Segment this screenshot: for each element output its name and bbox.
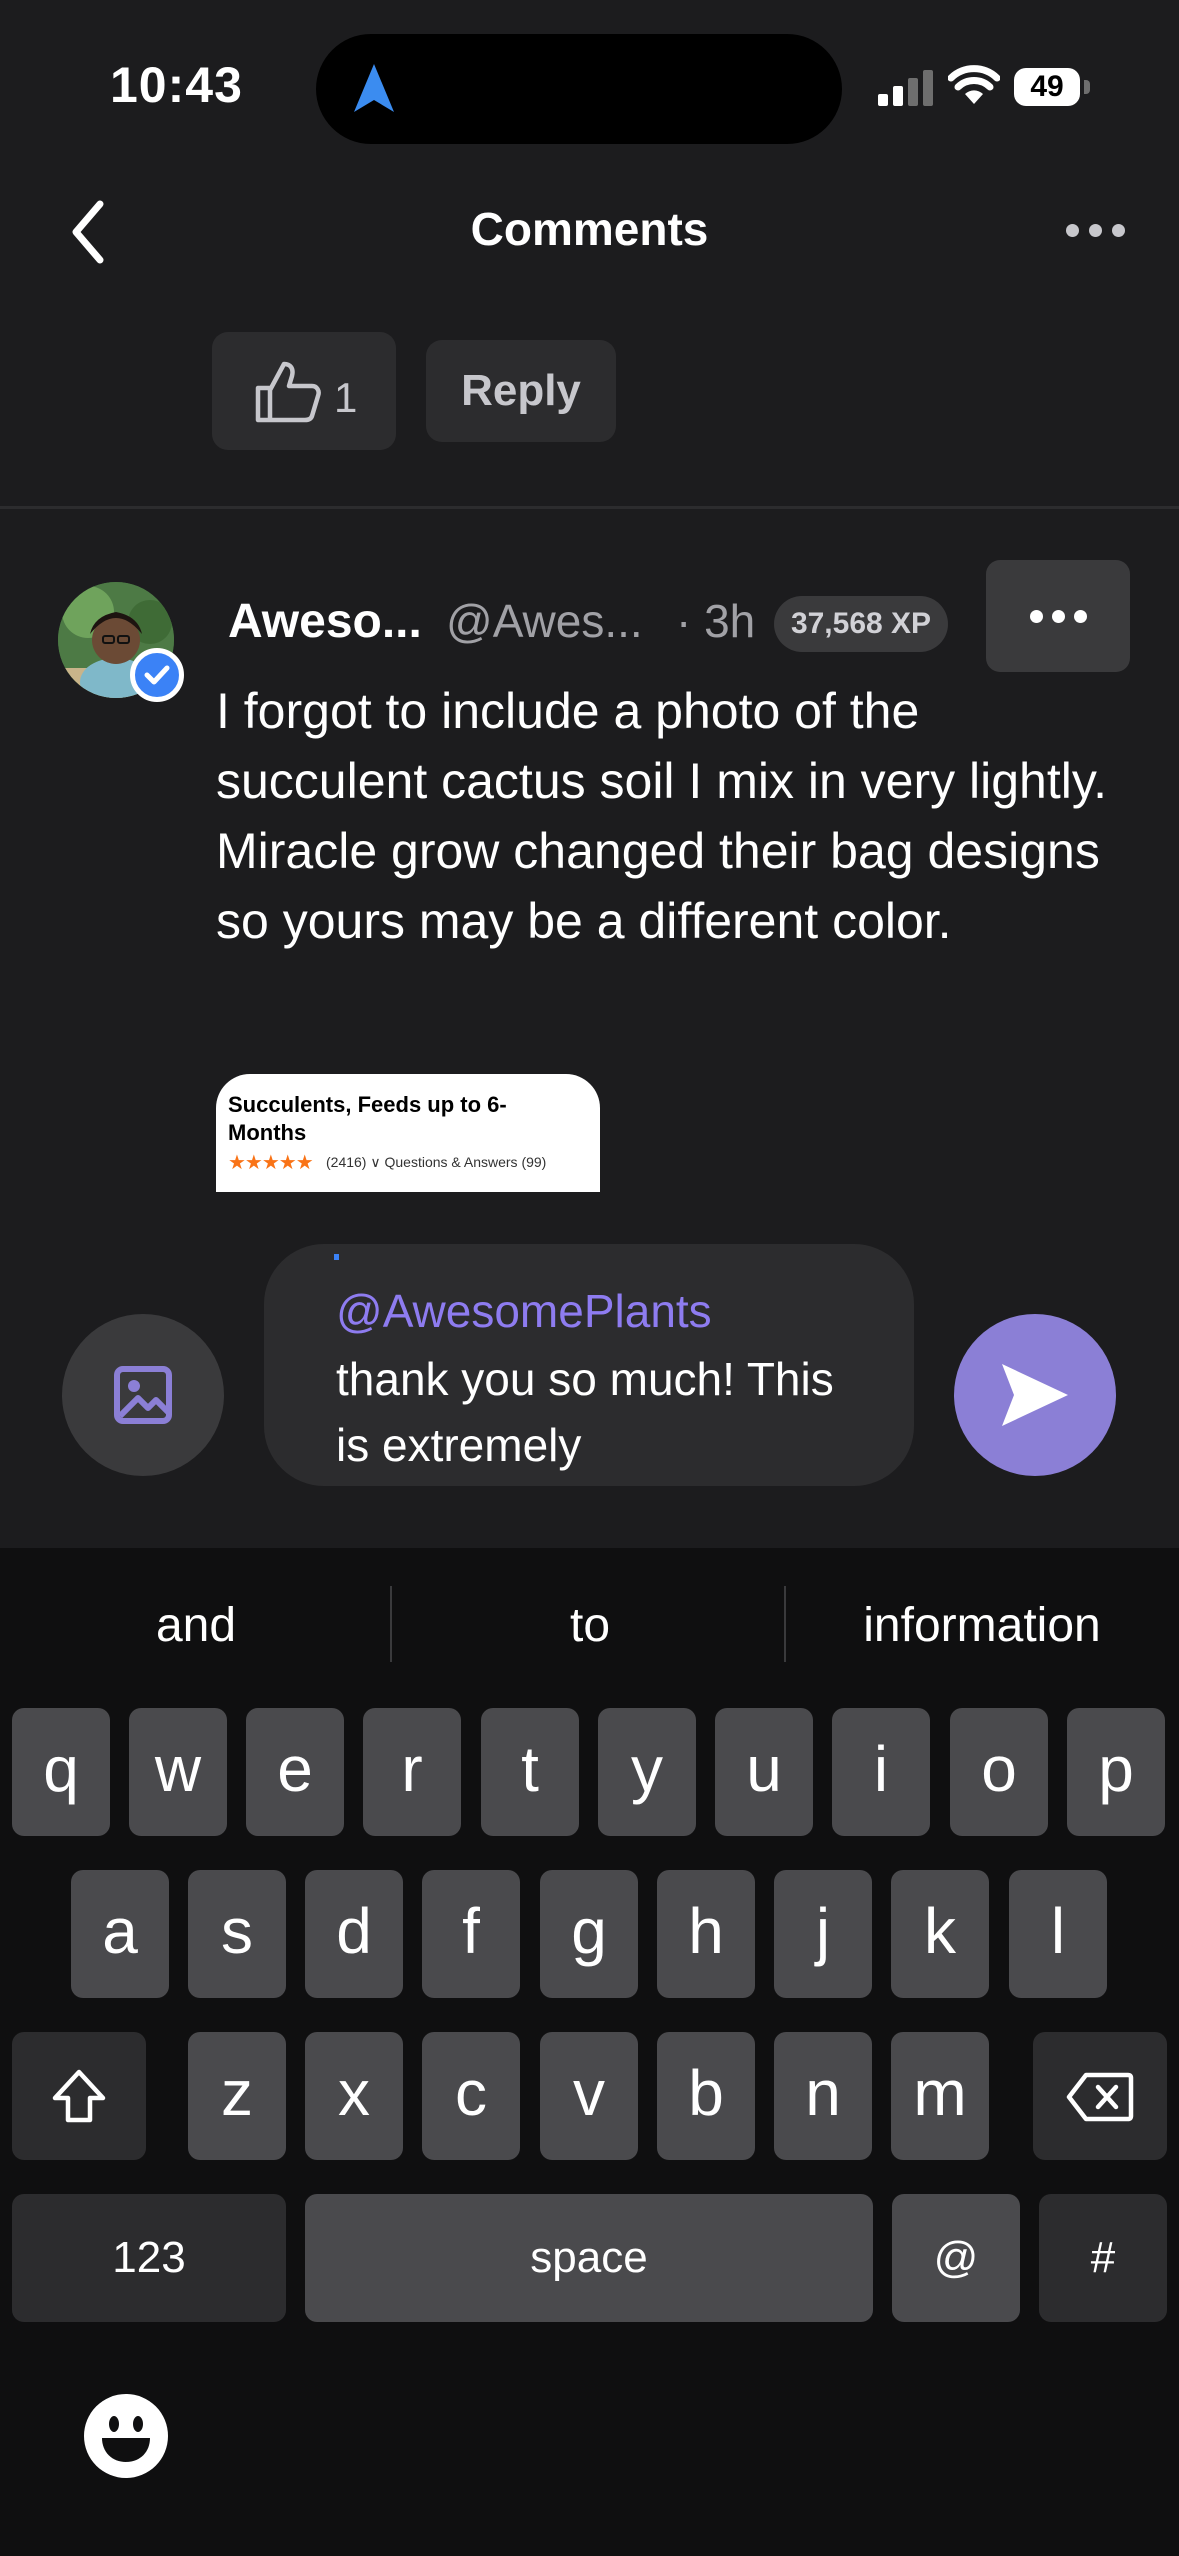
numbers-key[interactable]: 123 <box>12 2194 286 2322</box>
divider <box>784 1586 786 1662</box>
key-d[interactable]: d <box>305 1870 403 1998</box>
comment-timestamp: · 3h <box>676 595 756 647</box>
battery-cap <box>1084 80 1090 94</box>
backspace-icon <box>1066 2072 1134 2122</box>
verified-badge-icon <box>130 648 184 702</box>
emoji-button[interactable] <box>84 2394 168 2478</box>
shift-icon <box>52 2069 106 2123</box>
checkmark-icon <box>144 665 170 685</box>
more-options-button[interactable] <box>1060 200 1130 260</box>
comment-body: I forgot to include a photo of the succu… <box>216 683 1108 949</box>
key-s[interactable]: s <box>188 1870 286 1998</box>
qa-text: Questions & Answers (99) <box>384 1154 547 1170</box>
reply-input-text: thank you so much! This is extremely <box>336 1353 834 1471</box>
key-l[interactable]: l <box>1009 1870 1107 1998</box>
key-z[interactable]: z <box>188 2032 286 2160</box>
key-y[interactable]: y <box>598 1708 696 1836</box>
space-key[interactable]: space <box>305 2194 873 2322</box>
like-count: 1 <box>334 374 358 421</box>
key-e[interactable]: e <box>246 1708 344 1836</box>
keyboard: and to information q w e r t y u i o p a… <box>0 1548 1179 2556</box>
navigation-arrow-icon <box>354 64 394 112</box>
key-p[interactable]: p <box>1067 1708 1165 1836</box>
ellipsis-dot <box>1074 610 1087 623</box>
author-name[interactable]: Aweso... <box>228 594 422 649</box>
comment-attachment-image[interactable]: Succulents, Feeds up to 6- Months ★★★★★ … <box>216 1074 600 1192</box>
key-j[interactable]: j <box>774 1870 872 1998</box>
navigation-bar: Comments <box>0 170 1179 290</box>
key-t[interactable]: t <box>481 1708 579 1836</box>
key-i[interactable]: i <box>832 1708 930 1836</box>
send-button[interactable] <box>954 1314 1116 1476</box>
chevron-down-icon: ∨ <box>370 1154 381 1170</box>
key-a[interactable]: a <box>71 1870 169 1998</box>
suggestion-information[interactable]: information <box>790 1598 1174 1653</box>
ellipsis-icon <box>1030 610 1043 623</box>
attachment-title-line2: Months <box>228 1120 307 1145</box>
dynamic-island <box>316 34 842 144</box>
suggestion-bar: and to information <box>0 1548 1179 1708</box>
ellipsis-dot <box>1052 610 1065 623</box>
ellipsis-dot <box>1112 224 1125 237</box>
key-q[interactable]: q <box>12 1708 110 1836</box>
key-w[interactable]: w <box>129 1708 227 1836</box>
delete-key[interactable] <box>1033 2032 1167 2160</box>
page-title: Comments <box>470 203 709 255</box>
key-m[interactable]: m <box>891 2032 989 2160</box>
like-button[interactable]: 1 <box>212 332 396 450</box>
suggestion-to[interactable]: to <box>400 1598 780 1653</box>
thumbs-up-icon <box>255 361 321 423</box>
battery-indicator: 49 <box>1014 68 1080 106</box>
reply-input[interactable]: @AwesomePlants thank you so much! This i… <box>264 1244 914 1486</box>
key-n[interactable]: n <box>774 2032 872 2160</box>
at-key[interactable]: @ <box>892 2194 1020 2322</box>
key-o[interactable]: o <box>950 1708 1048 1836</box>
reply-button[interactable]: Reply <box>426 340 616 442</box>
shift-key[interactable] <box>12 2032 146 2160</box>
key-u[interactable]: u <box>715 1708 813 1836</box>
key-k[interactable]: k <box>891 1870 989 1998</box>
attach-image-button[interactable] <box>62 1314 224 1476</box>
star-rating-icon: ★★★★★ <box>228 1152 314 1174</box>
cellular-signal-icon <box>878 70 933 106</box>
comment-more-button[interactable] <box>986 560 1130 672</box>
key-v[interactable]: v <box>540 2032 638 2160</box>
image-icon <box>114 1366 172 1424</box>
ellipsis-dot <box>1089 224 1102 237</box>
author-handle[interactable]: @Awes... <box>446 594 643 648</box>
suggestion-and[interactable]: and <box>20 1598 372 1653</box>
send-icon <box>1002 1364 1068 1426</box>
key-x[interactable]: x <box>305 2032 403 2160</box>
status-time: 10:43 <box>110 57 243 113</box>
wifi-icon <box>948 65 1000 104</box>
attachment-meta: (2416) ∨ Questions & Answers (99) <box>326 1154 546 1171</box>
rating-count: (2416) <box>326 1154 367 1170</box>
hash-key[interactable]: # <box>1039 2194 1167 2322</box>
ellipsis-icon <box>1066 224 1079 237</box>
key-r[interactable]: r <box>363 1708 461 1836</box>
emoji-icon <box>102 2416 150 2462</box>
attachment-title-line1: Succulents, Feeds up to 6- <box>228 1092 507 1117</box>
divider <box>0 506 1179 509</box>
key-b[interactable]: b <box>657 2032 755 2160</box>
divider <box>390 1586 392 1662</box>
key-c[interactable]: c <box>422 2032 520 2160</box>
key-f[interactable]: f <box>422 1870 520 1998</box>
xp-badge: 37,568 XP <box>774 596 948 652</box>
key-g[interactable]: g <box>540 1870 638 1998</box>
mention-tag: @AwesomePlants <box>336 1285 712 1337</box>
text-cursor <box>334 1254 339 1260</box>
status-bar: 10:43 49 <box>0 0 1179 160</box>
key-h[interactable]: h <box>657 1870 755 1998</box>
